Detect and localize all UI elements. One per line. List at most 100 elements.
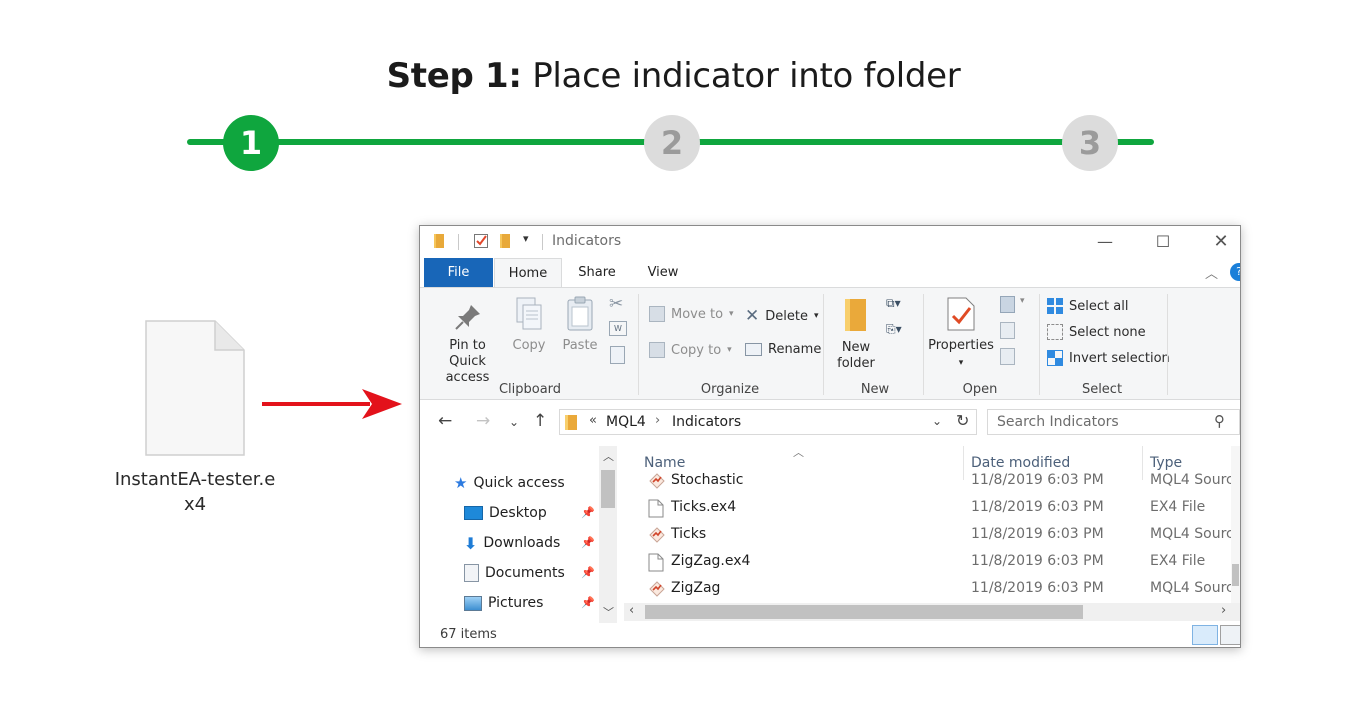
rename-label: Rename [768, 342, 822, 357]
status-bar: 67 items [420, 623, 1240, 647]
forward-arrow-icon[interactable]: → [476, 411, 490, 431]
select-none-button[interactable]: Select none [1047, 324, 1146, 340]
properties-button[interactable]: Properties ▾ [928, 296, 994, 371]
breadcrumb-overflow[interactable]: « [589, 413, 597, 428]
breadcrumb-separator-icon: › [655, 413, 661, 428]
move-to-button[interactable]: Move to ▾ [649, 306, 734, 322]
pin-icon[interactable]: 📌 [581, 596, 595, 609]
recent-locations-chevron-icon[interactable]: ⌄ [509, 415, 519, 429]
file-explorer-window: ▾ Indicators — ☐ ✕ File Home Share View … [419, 225, 1241, 648]
mql-source-icon [649, 581, 665, 597]
file-row[interactable]: Stochastic 11/8/2019 6:03 PM MQL4 Sourc [620, 468, 1240, 495]
pin-label-1: Pin to Quick [449, 338, 486, 369]
nav-pictures[interactable]: Pictures [464, 591, 543, 615]
open-dropdown-chevron-icon[interactable]: ▾ [1020, 296, 1025, 306]
tab-view[interactable]: View [638, 258, 688, 287]
tab-file[interactable]: File [424, 258, 493, 287]
details-view-icon[interactable] [1192, 625, 1218, 645]
up-arrow-icon[interactable]: ↑ [533, 411, 547, 431]
file-row[interactable]: Ticks.ex4 11/8/2019 6:03 PM EX4 File [620, 495, 1240, 522]
nav-downloads[interactable]: ⬇ Downloads [464, 531, 560, 555]
pictures-icon [464, 595, 482, 611]
properties-label: Properties [928, 338, 994, 353]
tab-share[interactable]: Share [572, 258, 622, 287]
nav-quick-access[interactable]: ★ Quick access [454, 471, 565, 495]
address-dropdown-chevron-icon[interactable]: ⌄ [932, 414, 942, 428]
invert-selection-button[interactable]: Invert selection [1047, 350, 1170, 366]
minimize-button[interactable]: — [1076, 226, 1134, 256]
file-type: MQL4 Sourc [1150, 526, 1234, 542]
file-date-modified: 11/8/2019 6:03 PM [971, 553, 1104, 569]
nav-desktop[interactable]: Desktop [464, 501, 547, 525]
paste-shortcut-icon[interactable] [610, 346, 625, 364]
tab-home[interactable]: Home [494, 258, 562, 287]
horizontal-scrollbar[interactable]: ‹ › [624, 603, 1240, 621]
title-bar: ▾ Indicators — ☐ ✕ [420, 226, 1240, 258]
open-icon[interactable] [1000, 296, 1015, 313]
refresh-icon[interactable]: ↻ [956, 411, 969, 430]
help-icon[interactable]: ? [1230, 263, 1240, 281]
breadcrumb-indicators[interactable]: Indicators [672, 414, 741, 430]
cut-icon[interactable]: ✂ [609, 294, 623, 314]
paste-button[interactable]: Paste [559, 296, 601, 354]
nav-scrollbar[interactable]: ︿ ﹀ [599, 446, 617, 623]
history-icon[interactable] [1000, 348, 1015, 365]
file-row[interactable]: Ticks 11/8/2019 6:03 PM MQL4 Sourc [620, 522, 1240, 549]
delete-label: Delete [765, 308, 808, 324]
organize-group-label: Organize [700, 382, 760, 397]
new-item-icon[interactable]: ⧉▾ [886, 296, 901, 311]
pin-icon[interactable]: 📌 [581, 536, 595, 549]
large-icons-view-icon[interactable] [1220, 625, 1240, 645]
file-list-scrollbar-thumb[interactable] [1232, 564, 1239, 586]
ribbon: Pin to Quick access Copy Paste ✂ W Clipb… [420, 287, 1240, 400]
new-folder-label-2: folder [837, 356, 875, 371]
nav-documents[interactable]: Documents [464, 561, 565, 585]
search-input[interactable]: Search Indicators [997, 414, 1119, 430]
properties-icon [947, 297, 975, 331]
group-divider [638, 294, 639, 395]
delete-button[interactable]: ✕ Delete ▾ [745, 306, 819, 326]
select-all-button[interactable]: Select all [1047, 298, 1128, 314]
search-box[interactable]: Search Indicators ⚲ [987, 409, 1240, 435]
document-file-icon[interactable] [145, 320, 245, 456]
collapse-ribbon-chevron-icon[interactable]: ︿ [1205, 263, 1218, 282]
copy-button[interactable]: Copy [509, 296, 549, 354]
open-group-label: Open [962, 382, 998, 397]
scroll-down-chevron-icon[interactable]: ﹀ [603, 604, 614, 620]
rename-button[interactable]: Rename [745, 342, 821, 357]
copy-to-button[interactable]: Copy to ▾ [649, 342, 732, 358]
desktop-file-name[interactable]: InstantEA-tester.e x4 [105, 467, 285, 517]
edit-icon[interactable] [1000, 322, 1015, 339]
pushpin-icon [454, 305, 480, 330]
invert-selection-icon [1047, 350, 1063, 366]
nav-scrollbar-thumb[interactable] [601, 470, 615, 508]
folder-icon [434, 234, 444, 248]
file-row[interactable]: ZigZag.ex4 11/8/2019 6:03 PM EX4 File [620, 549, 1240, 576]
scroll-left-chevron-icon[interactable]: ‹ [629, 603, 634, 618]
new-folder-icon[interactable] [499, 233, 513, 249]
copy-path-icon[interactable]: W [609, 321, 627, 336]
paste-label: Paste [562, 338, 598, 353]
back-arrow-icon[interactable]: ← [438, 411, 452, 431]
scroll-right-chevron-icon[interactable]: › [1221, 603, 1226, 618]
easy-access-icon[interactable]: ⎘▾ [886, 322, 902, 337]
breadcrumb-mql4[interactable]: MQL4 [606, 414, 646, 430]
nav-downloads-label: Downloads [483, 535, 561, 551]
pin-icon[interactable]: 📌 [581, 506, 595, 519]
close-button[interactable]: ✕ [1192, 226, 1240, 256]
pin-icon[interactable]: 📌 [581, 566, 595, 579]
file-name: ZigZag.ex4 [671, 553, 751, 569]
file-row[interactable]: ZigZag 11/8/2019 6:03 PM MQL4 Sourc [620, 576, 1240, 603]
customize-toolbar-chevron-icon[interactable]: ▾ [523, 232, 529, 245]
search-icon[interactable]: ⚲ [1214, 412, 1225, 430]
maximize-button[interactable]: ☐ [1134, 226, 1192, 256]
new-folder-button[interactable]: New folder [830, 298, 882, 372]
pin-to-quick-access-button[interactable]: Pin to Quick access [430, 298, 505, 386]
horizontal-scrollbar-thumb[interactable] [645, 605, 1083, 619]
file-list-scrollbar[interactable] [1231, 446, 1240, 604]
copy-to-label: Copy to [671, 342, 722, 358]
step-1-label: 1 [239, 124, 263, 162]
address-bar[interactable]: « MQL4 › Indicators ⌄ ↻ [559, 409, 977, 435]
properties-check-icon[interactable] [473, 233, 489, 249]
scroll-up-chevron-icon[interactable]: ︿ [603, 448, 614, 464]
